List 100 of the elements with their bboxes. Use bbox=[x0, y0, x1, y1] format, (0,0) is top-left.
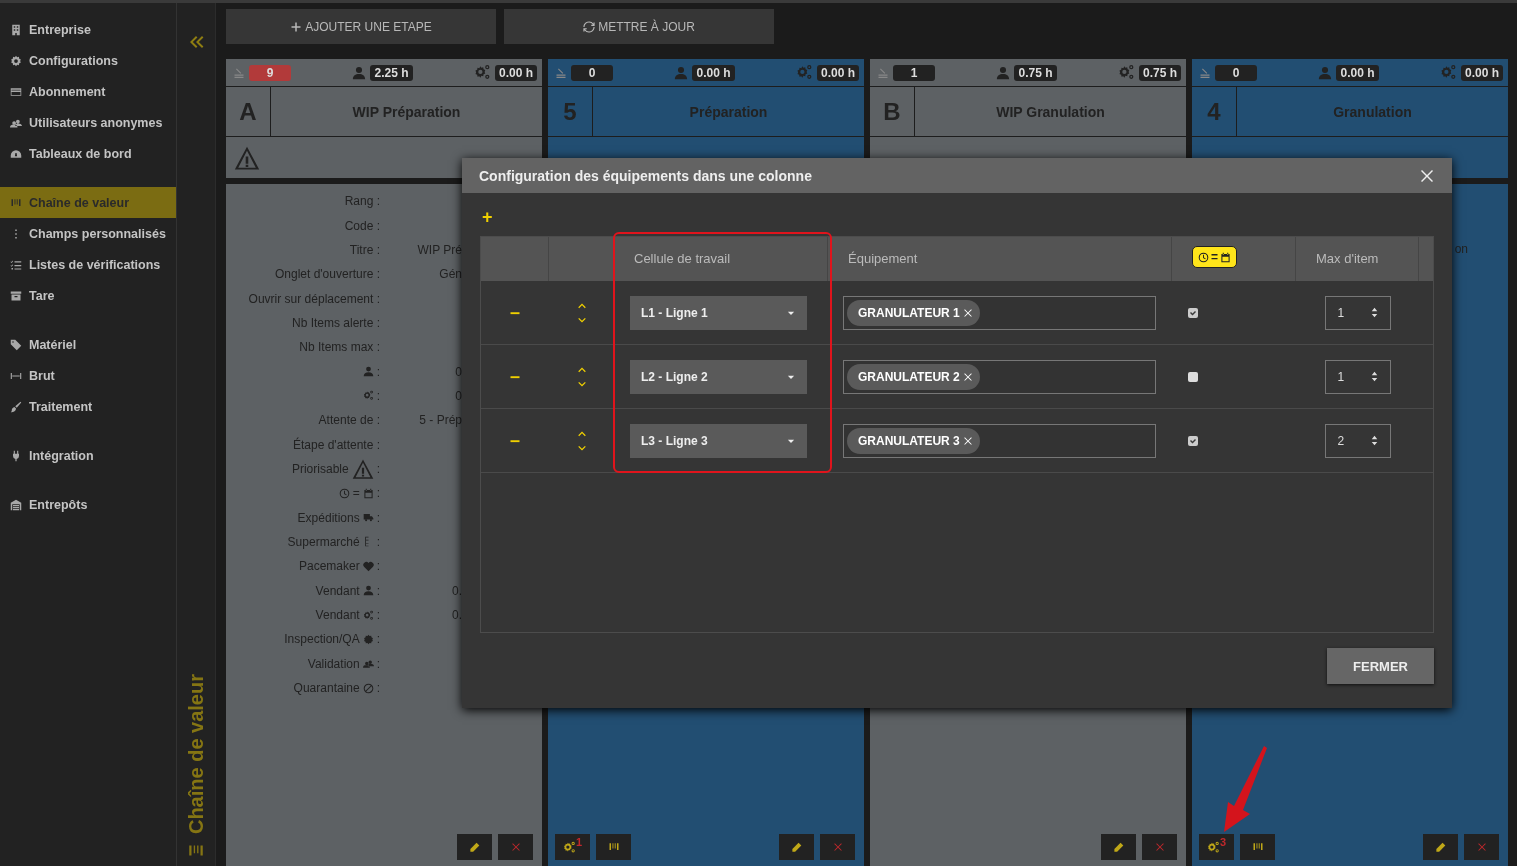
field-label: Supermarché : bbox=[286, 535, 380, 549]
field-value: 0. bbox=[452, 583, 462, 598]
field-value: 0 bbox=[455, 364, 462, 379]
equipment-chip[interactable]: GRANULATEUR 2 bbox=[847, 363, 980, 390]
field-label: Nb Items alerte : bbox=[290, 315, 380, 330]
seal-icon bbox=[362, 633, 374, 645]
layers-icon bbox=[877, 66, 889, 79]
edit-button[interactable] bbox=[457, 834, 492, 860]
value-stream-button[interactable] bbox=[1240, 834, 1275, 860]
close-icon bbox=[962, 307, 973, 318]
card-icon bbox=[10, 85, 22, 98]
column-header: Max d'item bbox=[1316, 251, 1379, 266]
pencil-icon bbox=[1435, 841, 1446, 853]
field-label: Priorisable : bbox=[226, 457, 380, 480]
equipment-chip[interactable]: GRANULATEUR 1 bbox=[847, 299, 980, 326]
sidebar-item[interactable]: Traitement bbox=[0, 391, 176, 422]
pencil-icon bbox=[1113, 841, 1124, 853]
user-icon bbox=[362, 585, 374, 597]
bars-icon bbox=[607, 841, 620, 853]
layers-icon bbox=[1199, 66, 1211, 79]
column-title: Préparation bbox=[688, 102, 769, 122]
close-icon bbox=[962, 371, 973, 382]
close-icon bbox=[1154, 842, 1165, 852]
sidebar-item[interactable]: Brut bbox=[0, 360, 176, 391]
toolbar-button[interactable]: AJOUTER UNE ETAPE bbox=[226, 9, 496, 44]
field-label: : bbox=[226, 388, 380, 403]
checkbox[interactable] bbox=[1188, 435, 1198, 446]
sidebar-item[interactable]: Configurations bbox=[0, 45, 176, 76]
user-icon bbox=[674, 65, 689, 80]
sidebar-item[interactable]: Matériel bbox=[0, 329, 176, 360]
gears-icon bbox=[362, 390, 374, 402]
layers-icon bbox=[555, 66, 567, 79]
sidebar-item[interactable]: Abonnement bbox=[0, 76, 176, 107]
edit-button[interactable] bbox=[1101, 834, 1136, 860]
item-count: 9 bbox=[249, 64, 291, 81]
box-icon bbox=[10, 289, 22, 302]
cell-dropdown[interactable]: L1 - Ligne 1 bbox=[630, 295, 807, 330]
user-icon bbox=[352, 65, 367, 80]
gears-icon bbox=[362, 609, 374, 621]
column-text: on bbox=[1454, 242, 1468, 256]
add-button[interactable]: + bbox=[482, 207, 493, 227]
field-value: 0. bbox=[452, 608, 462, 622]
sidebar-item[interactable]: Tableaux de bord bbox=[0, 138, 176, 169]
truck-icon bbox=[362, 512, 374, 524]
toolbar-button[interactable]: METTRE À JOUR bbox=[504, 9, 774, 44]
field-label: = : bbox=[226, 486, 380, 501]
field-label: Quarantaine : bbox=[292, 681, 380, 696]
field-label: Expéditions : bbox=[296, 510, 380, 525]
equipment-chip[interactable]: GRANULATEUR 3 bbox=[847, 427, 980, 454]
field-value: 5 - Prép bbox=[419, 413, 462, 428]
close-dialog-button[interactable]: FERMER bbox=[1327, 648, 1434, 684]
ban-icon bbox=[362, 682, 374, 694]
operator-time: 2.25 h bbox=[370, 64, 413, 81]
sidebar-item[interactable]: Listes de vérifications bbox=[0, 249, 176, 280]
sidebar-item[interactable]: Tare bbox=[0, 280, 176, 311]
heart-icon bbox=[362, 560, 374, 572]
warning-icon bbox=[351, 457, 374, 480]
field-label: : bbox=[226, 364, 380, 379]
cell-dropdown[interactable]: L2 - Ligne 2 bbox=[630, 359, 807, 394]
max-items-field[interactable]: 1 bbox=[1324, 295, 1391, 330]
cell-dropdown[interactable]: L3 - Ligne 3 bbox=[630, 423, 807, 458]
column-header: Équipement bbox=[848, 251, 918, 266]
collapse-button[interactable] bbox=[188, 34, 204, 50]
checkbox[interactable] bbox=[1188, 371, 1198, 382]
section-title: Chaîne de valeur bbox=[184, 673, 208, 834]
sidebar-item[interactable]: Champs personnalisés bbox=[0, 218, 176, 249]
equipment-field[interactable]: GRANULATEUR 1 bbox=[843, 295, 1156, 330]
column-code: 4 bbox=[1192, 87, 1237, 136]
field-label: Inspection/QA : bbox=[283, 632, 380, 647]
user-icon bbox=[1318, 65, 1333, 80]
sidebar-item[interactable]: Entreprise bbox=[0, 14, 176, 45]
checklist-icon bbox=[10, 258, 22, 271]
field-label: Titre : bbox=[348, 242, 380, 257]
close-button[interactable] bbox=[1419, 167, 1435, 184]
checkbox[interactable] bbox=[1188, 307, 1198, 318]
close-icon bbox=[1419, 167, 1435, 184]
sidebar-item[interactable]: Utilisateurs anonymes bbox=[0, 107, 176, 138]
field-label: Pacemaker : bbox=[297, 559, 380, 574]
column-title: WIP Granulation bbox=[995, 102, 1106, 122]
close-icon bbox=[832, 842, 843, 852]
bars-icon bbox=[1251, 841, 1264, 853]
max-items-field[interactable]: 1 bbox=[1324, 359, 1391, 394]
field-value: Gén bbox=[439, 267, 462, 282]
edit-button[interactable] bbox=[1423, 834, 1458, 860]
users-icon bbox=[362, 658, 374, 670]
sidebar-item[interactable]: Entrepôts bbox=[0, 489, 176, 520]
user-icon bbox=[362, 366, 374, 378]
max-items-field[interactable]: 2 bbox=[1324, 423, 1391, 458]
equipment-field[interactable]: GRANULATEUR 3 bbox=[843, 423, 1156, 458]
settings-icon bbox=[10, 54, 22, 67]
tag-icon bbox=[10, 338, 22, 351]
value-stream-button[interactable] bbox=[596, 834, 631, 860]
edit-button[interactable] bbox=[779, 834, 814, 860]
equipment-field[interactable]: GRANULATEUR 2 bbox=[843, 359, 1156, 394]
plus-icon bbox=[290, 20, 303, 33]
clock-icon bbox=[338, 487, 350, 499]
machine-time: 0.00 h bbox=[1460, 64, 1503, 81]
column-title: WIP Préparation bbox=[351, 102, 462, 122]
sidebar-item[interactable]: Intégration bbox=[0, 440, 176, 471]
close-icon bbox=[1476, 842, 1487, 852]
